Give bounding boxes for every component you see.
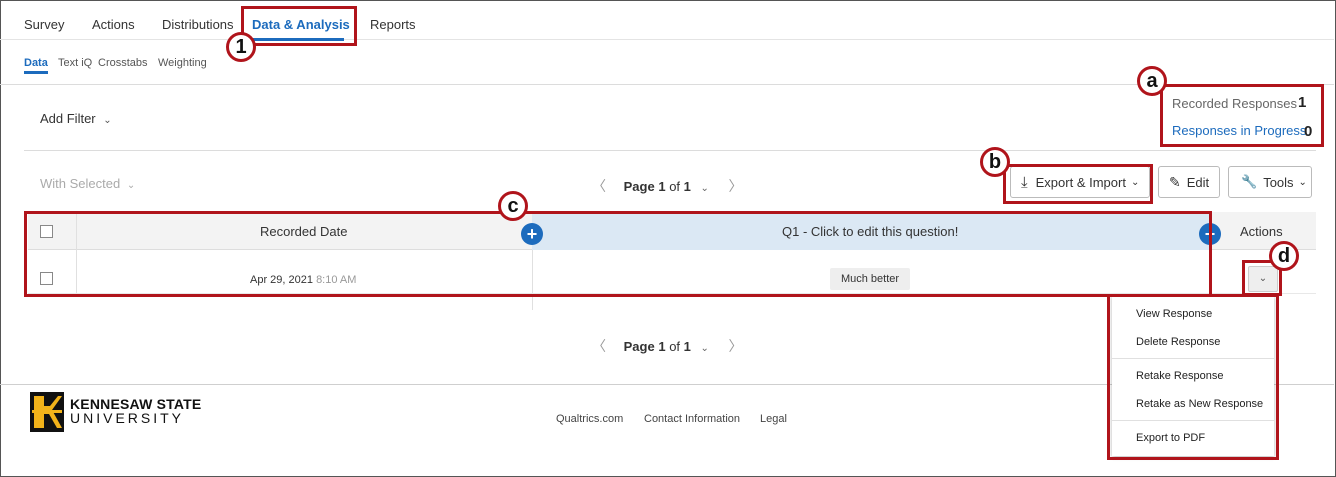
subtab-weighting[interactable]: Weighting [158,57,207,69]
footer-link-qualtrics[interactable]: Qualtrics.com [556,413,623,425]
of-word: of [669,179,681,194]
annotation-box-c [24,211,1212,297]
next-page-icon[interactable]: 〉 [729,178,743,194]
logo-text-line2: UNIVERSITY [70,410,185,426]
top-nav: Survey Actions Distributions Data & Anal… [0,0,1334,41]
tab-survey[interactable]: Survey [24,17,64,32]
total-pages: 1 [683,179,691,194]
annotation-box-1 [241,6,357,46]
annotation-callout-c: c [498,191,528,221]
with-selected-label: With Selected [40,176,121,191]
page-word: Page [623,179,655,194]
tab-actions[interactable]: Actions [92,17,135,32]
active-subtab-underline [24,71,48,74]
annotation-box-d-menu [1107,294,1279,460]
prev-page-icon[interactable]: 〈 [592,178,606,194]
annotation-box-a [1160,84,1324,147]
tab-distributions[interactable]: Distributions [162,17,234,32]
with-selected-dropdown[interactable]: With Selected ⌄ [40,176,135,191]
add-filter-button[interactable]: Add Filter ⌄ [40,111,112,126]
annotation-callout-b: b [980,147,1010,177]
add-filter-label: Add Filter [40,111,96,126]
tools-label: Tools [1263,174,1294,190]
subtab-crosstabs[interactable]: Crosstabs [98,57,148,69]
actions-header: Actions [1240,224,1283,239]
tab-reports[interactable]: Reports [370,17,416,32]
ksu-logo-icon [30,392,64,432]
divider [0,84,1334,85]
total-pages: 1 [683,339,691,354]
edit-label: Edit [1186,174,1210,190]
chevron-down-icon: ⌄ [1298,176,1307,188]
annotation-callout-a: a [1137,66,1167,96]
prev-page-icon[interactable]: 〈 [592,338,606,354]
annotation-callout-d: d [1269,241,1299,271]
next-page-icon[interactable]: 〉 [729,338,743,354]
pager-bottom: 〈 Page 1 of 1 ⌄ 〉 [592,336,743,356]
annotation-box-b [1003,164,1153,204]
page-select-chevron-icon[interactable]: ⌄ [701,183,709,194]
footer-link-legal[interactable]: Legal [760,413,787,425]
of-word: of [669,339,681,354]
current-page: 1 [658,179,666,194]
wrench-icon: 🔧 [1241,174,1258,189]
current-page: 1 [658,339,666,354]
divider [24,150,1316,151]
chevron-down-icon: ⌄ [103,115,112,126]
subtab-data[interactable]: Data [24,57,48,69]
pencil-icon: ✎ [1169,173,1181,190]
pager-top: 〈 Page 1 of 1 ⌄ 〉 [592,176,743,196]
annotation-callout-1: 1 [226,32,256,62]
tools-button[interactable]: 🔧 Tools ⌄ [1228,166,1312,198]
subtab-text-iq[interactable]: Text iQ [58,57,92,69]
page-select-chevron-icon[interactable]: ⌄ [701,343,709,354]
footer-link-contact[interactable]: Contact Information [644,413,740,425]
page-word: Page [623,339,655,354]
edit-button[interactable]: ✎ Edit [1158,166,1220,198]
chevron-down-icon: ⌄ [126,180,136,191]
